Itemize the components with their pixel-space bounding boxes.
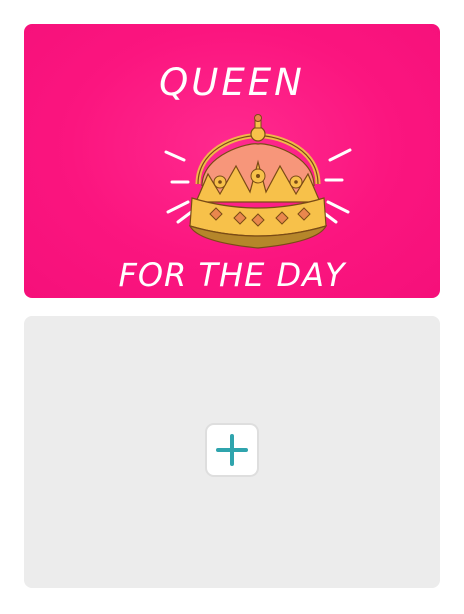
- sparkle-lines-left: [164, 150, 196, 224]
- plus-icon: [216, 434, 248, 466]
- card-headline: QUEEN: [159, 61, 305, 104]
- crown-icon: [164, 114, 352, 249]
- add-card-button[interactable]: [205, 423, 259, 477]
- card-queen-for-the-day[interactable]: QUEEN FOR THE DAY: [24, 24, 440, 298]
- card-subline: FOR THE DAY: [118, 256, 346, 294]
